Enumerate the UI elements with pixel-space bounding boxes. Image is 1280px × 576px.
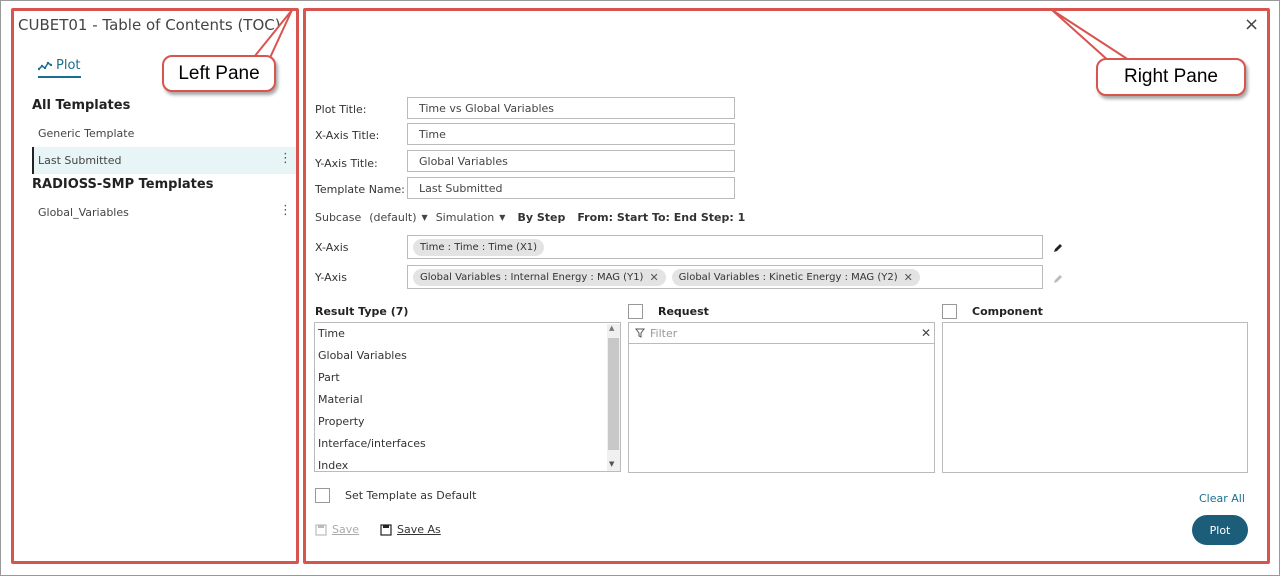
left-pane-callout: Left Pane	[162, 55, 276, 92]
right-pane-callout: Right Pane	[1096, 58, 1246, 96]
